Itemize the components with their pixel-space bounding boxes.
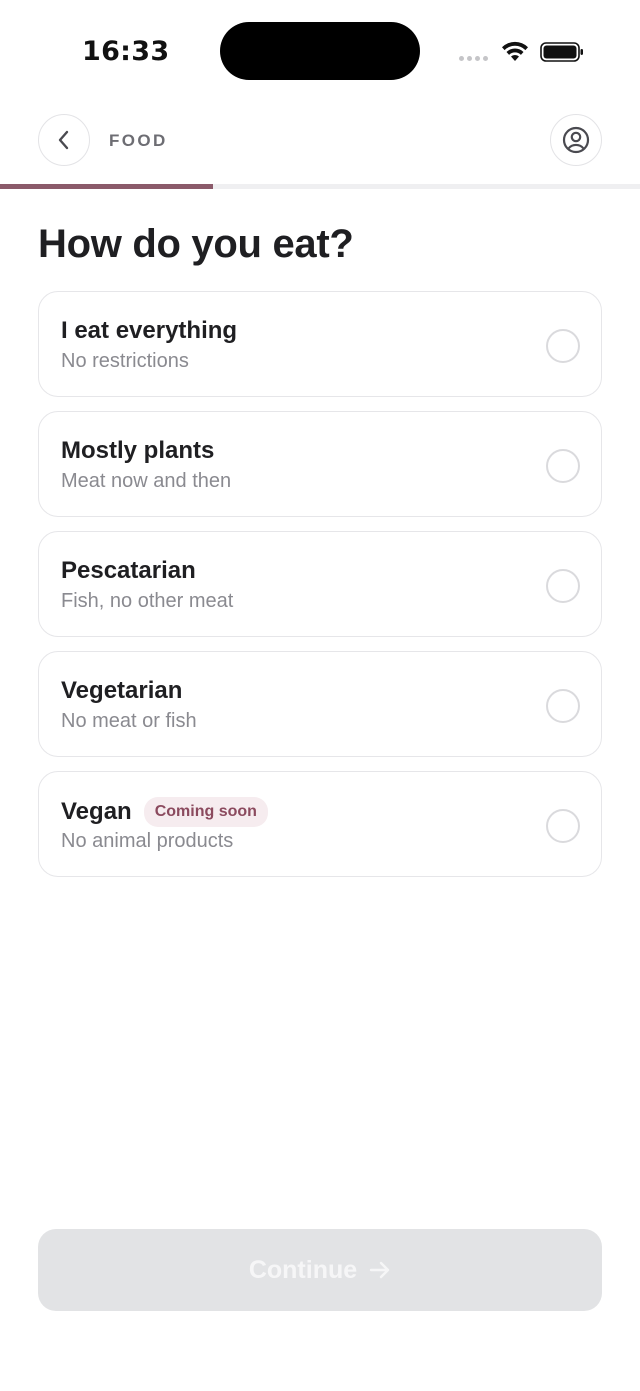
progress-bar bbox=[0, 184, 640, 189]
option-eat-everything[interactable]: I eat everything No restrictions bbox=[38, 291, 602, 397]
option-pescatarian[interactable]: Pescatarian Fish, no other meat bbox=[38, 531, 602, 637]
option-subtitle: No animal products bbox=[61, 830, 234, 852]
battery-icon bbox=[540, 42, 583, 62]
option-vegan[interactable]: Vegan Coming soon No animal products bbox=[38, 771, 602, 877]
option-subtitle: Fish, no other meat bbox=[61, 590, 234, 612]
section-label: FOOD bbox=[109, 131, 168, 150]
radio-button[interactable] bbox=[546, 569, 580, 603]
option-subtitle: No meat or fish bbox=[61, 710, 197, 732]
coming-soon-badge: Coming soon bbox=[143, 797, 268, 827]
arrow-right-icon bbox=[369, 1261, 390, 1279]
radio-button[interactable] bbox=[546, 329, 580, 363]
option-subtitle: No restrictions bbox=[61, 350, 189, 372]
radio-button[interactable] bbox=[546, 449, 580, 483]
wifi-icon bbox=[502, 41, 528, 61]
continue-button[interactable]: Continue bbox=[38, 1229, 602, 1311]
top-nav: FOOD bbox=[0, 112, 640, 172]
cellular-signal-icon bbox=[459, 54, 491, 62]
progress-fill bbox=[0, 184, 214, 189]
diet-options-list: I eat everything No restrictions Mostly … bbox=[38, 291, 602, 891]
profile-button[interactable] bbox=[550, 114, 602, 166]
user-circle-icon bbox=[562, 126, 590, 154]
radio-button[interactable] bbox=[546, 689, 580, 723]
back-button[interactable] bbox=[38, 114, 90, 166]
chevron-left-icon bbox=[58, 130, 69, 150]
radio-button[interactable] bbox=[546, 809, 580, 843]
continue-label: Continue bbox=[248, 1255, 358, 1284]
status-bar: 16:33 bbox=[0, 0, 640, 100]
option-mostly-plants[interactable]: Mostly plants Meat now and then bbox=[38, 411, 602, 517]
page-title: How do you eat? bbox=[38, 222, 354, 266]
option-subtitle: Meat now and then bbox=[61, 470, 232, 492]
option-title: Pescatarian bbox=[61, 557, 196, 584]
dynamic-island bbox=[220, 22, 420, 80]
option-title: Vegan bbox=[61, 798, 132, 825]
option-vegetarian[interactable]: Vegetarian No meat or fish bbox=[38, 651, 602, 757]
option-title: Mostly plants bbox=[61, 437, 215, 464]
option-title: Vegetarian bbox=[61, 677, 183, 704]
option-title: I eat everything bbox=[61, 317, 238, 344]
status-time: 16:33 bbox=[82, 36, 170, 67]
